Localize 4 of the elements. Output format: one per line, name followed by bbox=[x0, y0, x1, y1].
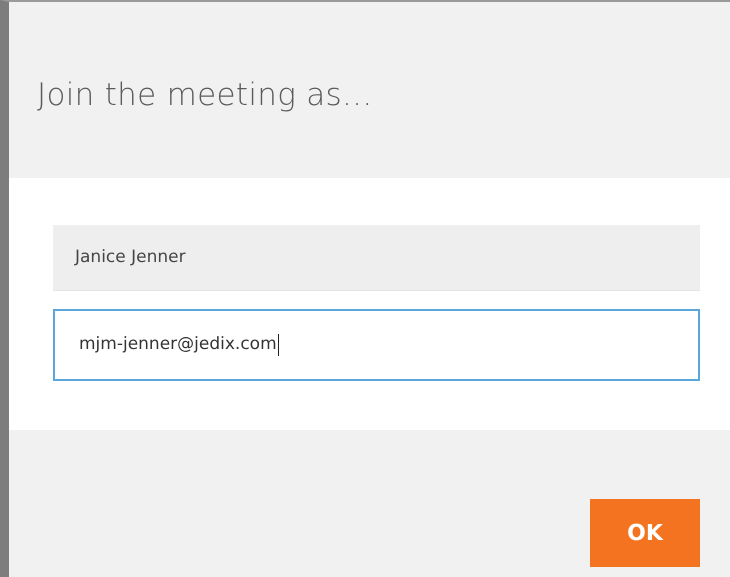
email-field[interactable]: mjm-jenner@jedix.com bbox=[53, 309, 700, 381]
text-cursor bbox=[278, 334, 279, 356]
name-field[interactable]: Janice Jenner bbox=[53, 225, 700, 291]
dialog-title: Join the meeting as... bbox=[37, 76, 374, 115]
